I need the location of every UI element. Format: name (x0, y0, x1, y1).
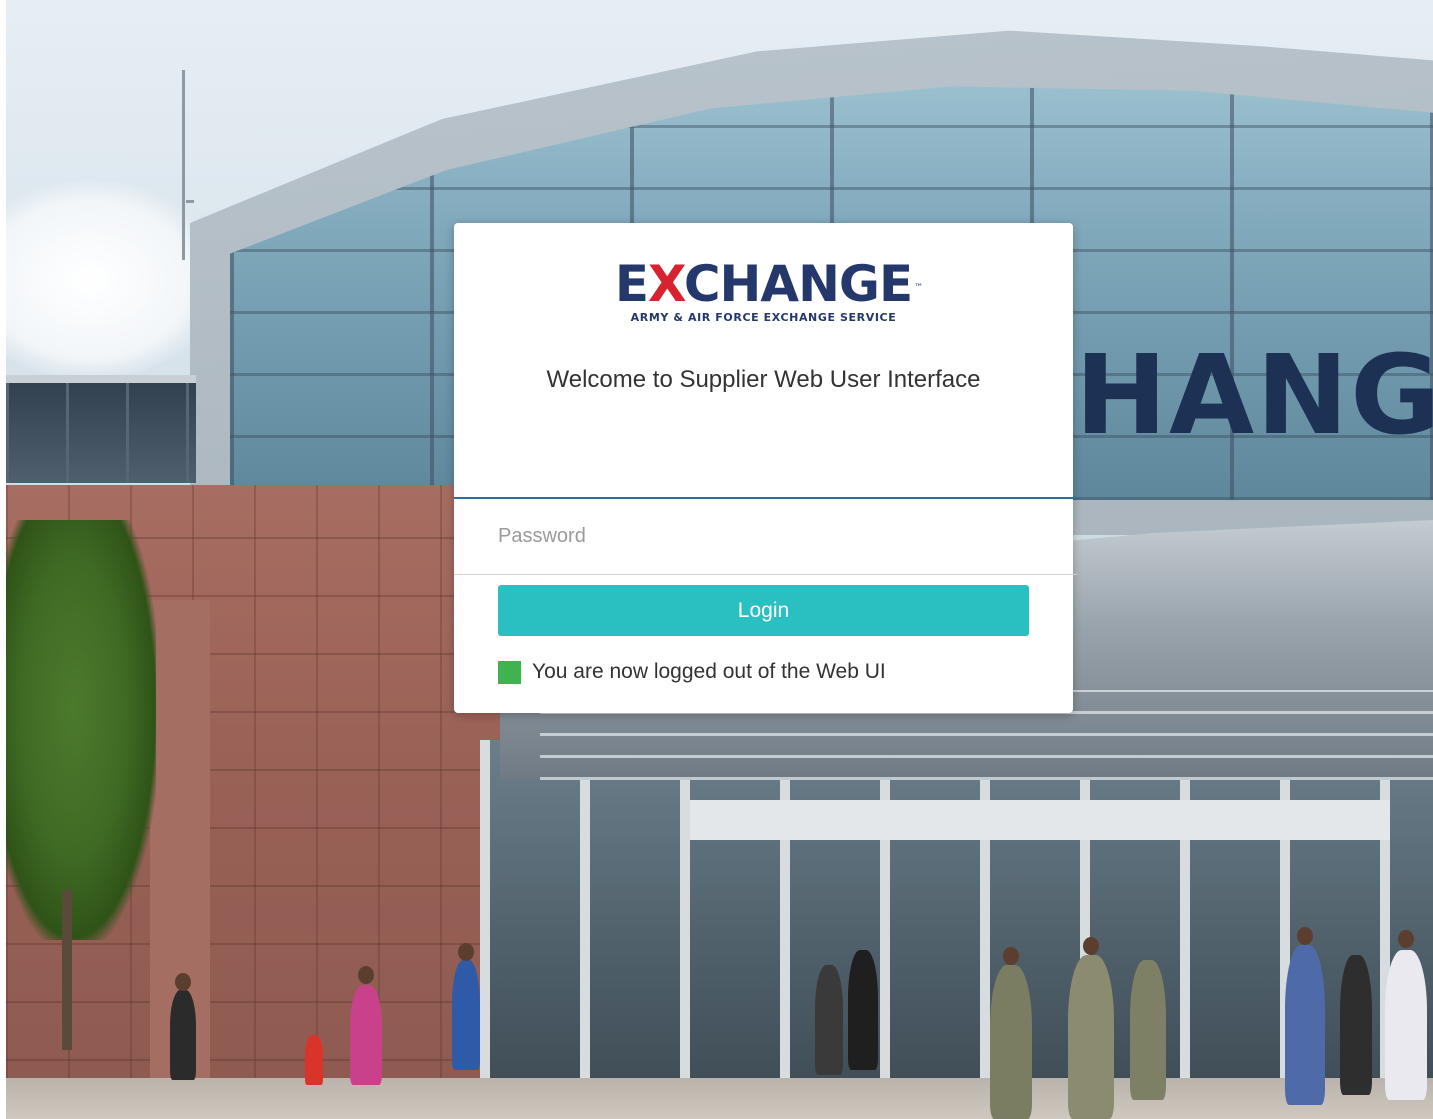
door-frame (690, 800, 1390, 840)
login-button[interactable]: Login (498, 585, 1029, 636)
username-input[interactable] (454, 453, 1077, 499)
pedestrian (170, 990, 196, 1080)
pedestrian (305, 1035, 323, 1085)
password-placeholder: Password (498, 525, 586, 547)
pedestrian (350, 985, 382, 1085)
pedestrian (452, 960, 480, 1070)
logo-letters-change: CHANGE (683, 255, 913, 313)
pedestrian-head (358, 966, 374, 984)
pedestrian (1068, 955, 1114, 1119)
logo-wordmark: EXCHANGE ™ (614, 255, 923, 313)
pedestrian-head (458, 943, 474, 961)
antenna-pole (182, 70, 185, 260)
exchange-logo: EXCHANGE ™ ARMY & AIR FORCE EXCHANGE SERV… (454, 257, 1073, 324)
pedestrian (1285, 945, 1325, 1105)
antenna-arm (186, 200, 194, 203)
pedestrian-head (1398, 930, 1414, 948)
left-wing-windows (6, 383, 196, 483)
pedestrian-head (1003, 947, 1019, 965)
page-edge (0, 0, 6, 1119)
pedestrian (1385, 950, 1427, 1100)
pedestrian (990, 965, 1032, 1119)
pedestrian (1130, 960, 1166, 1100)
success-status-icon (498, 660, 521, 684)
welcome-text: Welcome to Supplier Web User Interface (546, 366, 981, 393)
tree-trunk (62, 890, 72, 1050)
login-card: EXCHANGE ™ ARMY & AIR FORCE EXCHANGE SERV… (454, 223, 1077, 713)
pedestrian-head (1297, 927, 1313, 945)
status-message: You are now logged out of the Web UI (498, 659, 886, 685)
pedestrian-head (175, 973, 191, 991)
logo-trademark: ™ (914, 283, 923, 293)
pedestrian (1340, 955, 1372, 1095)
pavement (6, 1078, 1433, 1119)
logo-letter-x: X (648, 255, 685, 313)
logo-letter-e: E (614, 255, 649, 313)
pedestrian (848, 950, 878, 1070)
status-text: You are now logged out of the Web UI (532, 660, 886, 683)
cloud (0, 180, 220, 380)
storefront-sign: HANGE (1075, 331, 1433, 459)
tree (6, 520, 156, 940)
pedestrian-head (1083, 937, 1099, 955)
pedestrian (815, 965, 843, 1075)
